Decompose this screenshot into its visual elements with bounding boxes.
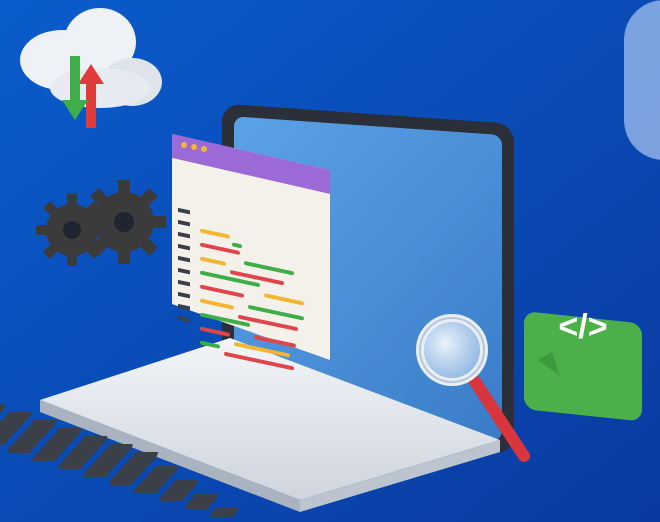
code-bubble-icon: </>: [524, 308, 642, 421]
code-tag-text: </>: [558, 308, 607, 346]
illustration-scene: </>: [0, 0, 660, 522]
corner-panel: [624, 0, 660, 160]
laptop-illustration: </>: [0, 0, 660, 522]
